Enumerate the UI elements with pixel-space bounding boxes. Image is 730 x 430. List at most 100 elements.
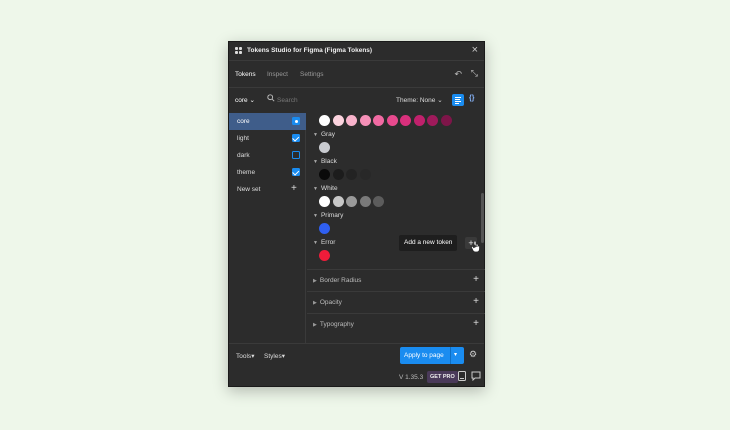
hand-cursor-icon	[471, 241, 480, 252]
sidebar-item-dark[interactable]: dark	[229, 147, 306, 164]
list-view-icon[interactable]	[452, 94, 464, 106]
color-token-swatch[interactable]	[332, 115, 344, 126]
set-toggle-checkbox[interactable]	[292, 117, 300, 125]
color-token-swatch[interactable]	[373, 169, 384, 180]
color-token-swatch[interactable]	[319, 250, 330, 261]
color-token-swatch[interactable]	[440, 115, 452, 126]
search-input[interactable]	[277, 94, 347, 106]
sidebar-item-theme[interactable]: theme	[229, 164, 306, 181]
section-label: ▶ Border Radius	[313, 277, 361, 284]
color-token-swatch[interactable]	[346, 196, 357, 207]
tab-tokens[interactable]: Tokens	[235, 71, 256, 78]
tab-inspect[interactable]: Inspect	[267, 71, 288, 78]
caret-right-icon: ▶	[313, 322, 317, 328]
plus-icon: +	[291, 183, 297, 194]
sidebar-item-label: core	[237, 118, 250, 125]
token-set-sidebar: core light dark theme New set +	[229, 113, 306, 343]
gear-icon[interactable]: ⚙	[469, 349, 477, 360]
theme-select-label: Theme: None	[396, 97, 436, 104]
collapse-icon[interactable]: ⤡	[471, 68, 478, 79]
token-group-gray[interactable]: ▼ Gray	[313, 131, 335, 138]
feedback-icon[interactable]	[471, 371, 481, 381]
token-section-opacity[interactable]: ▶ Opacity +	[307, 291, 485, 313]
token-group-black[interactable]: ▼ Black	[313, 158, 337, 165]
color-token-swatch[interactable]	[373, 196, 384, 207]
token-section-typography[interactable]: ▶ Typography +	[307, 313, 485, 335]
add-token-tooltip: Add a new token	[399, 235, 458, 251]
footer-bar: Tools▾ Styles▾ Apply to page ▾ ⚙	[229, 343, 484, 366]
swatch-row	[319, 223, 330, 234]
color-token-swatch[interactable]	[319, 142, 330, 153]
color-token-swatch[interactable]	[319, 196, 330, 207]
color-token-swatch[interactable]	[359, 196, 371, 207]
section-label-text: Opacity	[319, 299, 342, 306]
token-group-error[interactable]: ▼ Error	[313, 239, 335, 246]
color-token-swatch[interactable]	[346, 169, 357, 180]
chevron-down-icon: ⌄	[249, 97, 255, 104]
new-set-button[interactable]: New set +	[229, 181, 306, 198]
set-toggle-checkbox[interactable]	[292, 134, 300, 142]
token-set-select[interactable]: core ⌄	[235, 96, 255, 104]
section-label-text: Border Radius	[319, 277, 362, 284]
theme-select[interactable]: Theme: None ⌄	[396, 96, 443, 104]
token-section-border-radius[interactable]: ▶ Border Radius +	[307, 269, 485, 291]
token-group-label: White	[320, 185, 338, 192]
token-group-label: Primary	[320, 212, 344, 219]
color-token-swatch[interactable]	[319, 115, 330, 126]
color-token-swatch[interactable]	[359, 169, 371, 180]
token-group-white[interactable]: ▼ White	[313, 185, 338, 192]
color-token-swatch[interactable]	[319, 223, 330, 234]
chevron-down-icon[interactable]: ▾	[454, 351, 457, 358]
color-token-swatch[interactable]	[427, 115, 438, 126]
color-token-swatch[interactable]	[400, 115, 411, 126]
color-token-swatch[interactable]	[413, 115, 425, 126]
token-group-label: Gray	[320, 131, 336, 138]
add-token-plus-icon[interactable]: +	[473, 274, 479, 285]
swatch-row-top	[319, 115, 452, 126]
set-toggle-checkbox[interactable]	[292, 168, 300, 176]
get-pro-badge[interactable]: GET PRO	[427, 371, 458, 383]
color-token-swatch[interactable]	[373, 115, 384, 126]
section-label: ▶ Typography	[313, 321, 354, 328]
sidebar-item-core[interactable]: core	[229, 113, 306, 130]
sidebar-item-label: light	[237, 135, 249, 142]
color-token-swatch[interactable]	[346, 115, 357, 126]
caret-down-icon: ▼	[313, 240, 318, 246]
swatch-row	[319, 142, 330, 153]
json-view-icon[interactable]: {}	[469, 95, 474, 102]
color-token-swatch[interactable]	[332, 196, 344, 207]
token-toolbar: core ⌄ Theme: None ⌄ {}	[229, 89, 484, 111]
styles-menu[interactable]: Styles▾	[264, 352, 285, 360]
close-icon[interactable]: ×	[472, 45, 478, 56]
color-token-swatch[interactable]	[319, 169, 330, 180]
apply-to-page-button[interactable]: Apply to page ▾	[400, 347, 464, 364]
color-token-swatch[interactable]	[332, 169, 344, 180]
undo-icon[interactable]: ↶	[454, 69, 462, 80]
caret-right-icon: ▶	[313, 278, 317, 284]
sidebar-item-label: dark	[237, 152, 250, 159]
window-title: Tokens Studio for Figma (Figma Tokens)	[247, 47, 373, 54]
tools-menu-label: Tools	[236, 353, 252, 360]
version-label: V 1.35.3	[399, 374, 424, 381]
tab-settings[interactable]: Settings	[300, 71, 324, 78]
apply-button-label: Apply to page	[404, 352, 444, 359]
color-token-swatch[interactable]	[386, 115, 398, 126]
caret-down-icon: ▼	[313, 186, 318, 192]
swatch-row	[319, 196, 384, 207]
set-toggle-checkbox[interactable]	[292, 151, 300, 159]
tools-menu[interactable]: Tools▾	[236, 352, 254, 360]
color-token-swatch[interactable]	[359, 115, 371, 126]
swatch-row	[319, 250, 330, 261]
search-icon	[267, 94, 275, 102]
sidebar-item-light[interactable]: light	[229, 130, 306, 147]
content-scrollbar[interactable]	[481, 193, 484, 243]
token-group-primary[interactable]: ▼ Primary	[313, 212, 343, 219]
section-label-text: Typography	[319, 321, 354, 328]
token-group-label: Error	[320, 239, 336, 246]
docs-icon[interactable]	[458, 371, 466, 381]
add-token-plus-icon[interactable]: +	[473, 318, 479, 329]
chevron-down-icon: ⌄	[437, 97, 443, 104]
add-token-plus-icon[interactable]: +	[473, 296, 479, 307]
swatch-row	[319, 169, 384, 180]
tab-bar: Tokens Inspect Settings ↶ ⤡	[229, 62, 484, 88]
